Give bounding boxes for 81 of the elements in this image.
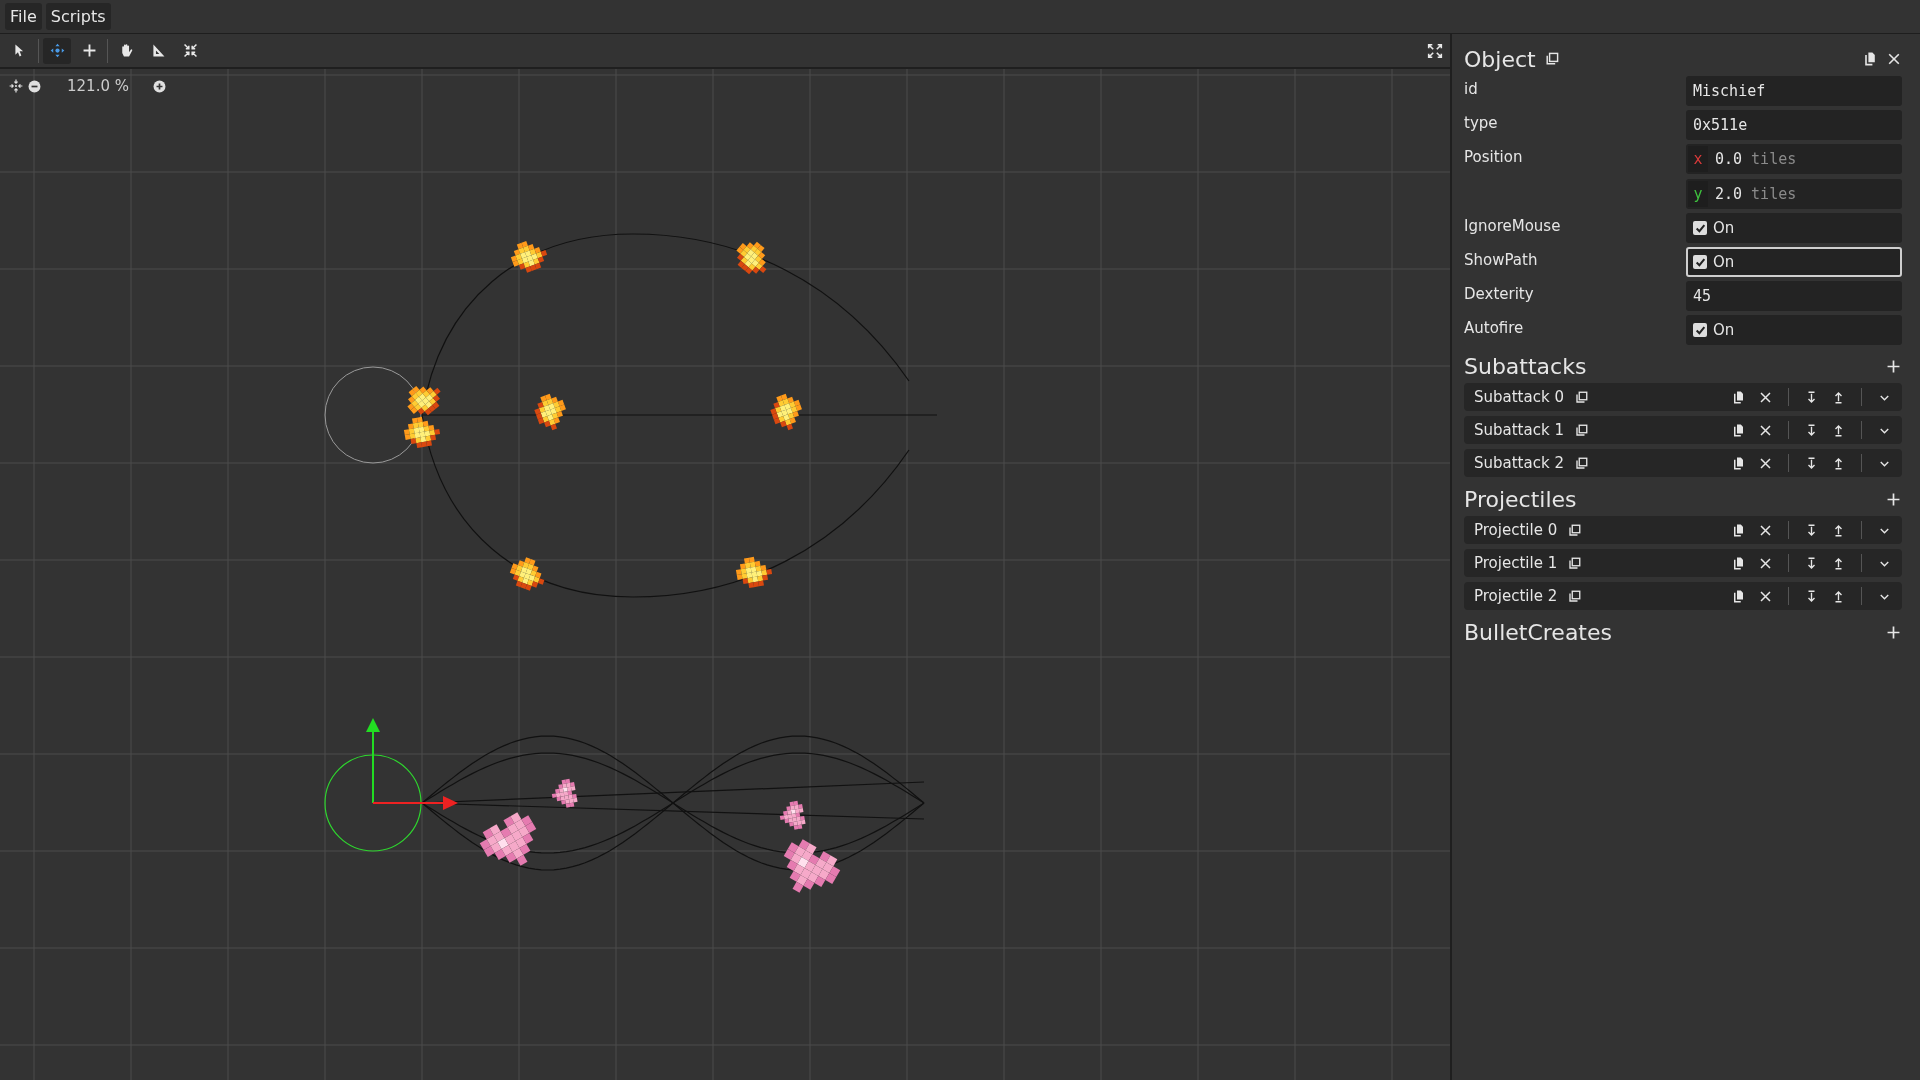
list-item[interactable]: Projectile 2 — [1464, 582, 1902, 610]
delete-icon[interactable] — [1758, 555, 1773, 571]
list-item[interactable]: Subattack 0 — [1464, 383, 1902, 411]
axis-label: x — [1688, 146, 1708, 172]
collapse-icon — [181, 42, 199, 59]
fireball-sprite — [403, 416, 441, 449]
fireball-sprite — [770, 393, 802, 431]
item-label: Subattack 2 — [1474, 454, 1564, 472]
checkbox-label: On — [1713, 253, 1735, 271]
paste-icon[interactable] — [1731, 522, 1746, 538]
copy-icon[interactable] — [1567, 588, 1583, 604]
item-label: Projectile 0 — [1474, 521, 1558, 539]
panel-title: Object — [1464, 46, 1536, 72]
fullscreen-icon[interactable] — [1426, 41, 1444, 60]
checkbox[interactable] — [1693, 323, 1707, 337]
paste-icon[interactable] — [1731, 555, 1746, 571]
paste-icon[interactable] — [1862, 51, 1878, 67]
property-label: Position — [1464, 147, 1524, 166]
list-item[interactable]: Subattack 1 — [1464, 416, 1902, 444]
item-label: Projectile 1 — [1474, 554, 1558, 572]
heart-sprite — [551, 778, 578, 808]
property-label: type — [1464, 113, 1499, 132]
delete-icon[interactable] — [1758, 455, 1773, 471]
copy-icon[interactable] — [1567, 522, 1583, 538]
property-label: Autofire — [1464, 318, 1525, 337]
checkbox-label: On — [1713, 321, 1735, 339]
menu-item[interactable]: Scripts — [45, 3, 111, 30]
number-field[interactable]: x 0.0 tiles — [1686, 144, 1902, 174]
field-value: 2.0 — [1715, 185, 1743, 203]
fireball-sprite — [735, 556, 773, 589]
item-label: Projectile 2 — [1474, 587, 1558, 605]
fireball-sprite — [510, 241, 548, 273]
tool-button[interactable] — [43, 37, 71, 64]
zoom-level: 121.0 % — [67, 77, 129, 95]
checkbox[interactable] — [1693, 221, 1707, 235]
property-label: Dexterity — [1464, 284, 1535, 303]
close-icon[interactable] — [1886, 51, 1902, 67]
text-field[interactable]: 45 — [1686, 281, 1902, 311]
copy-icon[interactable] — [1543, 51, 1560, 67]
section-title: Projectiles — [1464, 486, 1577, 512]
heart-sprite — [779, 800, 806, 830]
axis-label: y — [1688, 181, 1708, 207]
checkbox-label: On — [1713, 219, 1735, 237]
paste-icon[interactable] — [1731, 389, 1746, 405]
section-title: BulletCreates — [1464, 619, 1612, 645]
number-field[interactable]: y 2.0 tiles — [1686, 179, 1902, 209]
unit-label: tiles — [1751, 150, 1797, 168]
paste-icon[interactable] — [1731, 422, 1746, 438]
list-item[interactable]: Subattack 2 — [1464, 449, 1902, 477]
fireball-sprite — [509, 557, 545, 591]
copy-icon[interactable] — [1573, 422, 1589, 438]
copy-icon[interactable] — [1567, 555, 1583, 571]
delete-icon[interactable] — [1758, 588, 1773, 604]
text-field[interactable]: 0x511e — [1686, 110, 1902, 140]
list-item[interactable]: Projectile 0 — [1464, 516, 1902, 544]
item-label: Subattack 1 — [1474, 421, 1564, 439]
property-label: ShowPath — [1464, 250, 1539, 269]
list-item[interactable]: Projectile 1 — [1464, 549, 1902, 577]
heart-sprite — [783, 839, 841, 893]
field-value: 0.0 — [1715, 150, 1743, 168]
move-icon — [48, 42, 66, 59]
delete-icon[interactable] — [1758, 389, 1773, 405]
text-field[interactable]: Mischief — [1686, 76, 1902, 106]
item-label: Subattack 0 — [1474, 388, 1564, 406]
copy-icon[interactable] — [1573, 389, 1589, 405]
delete-icon[interactable] — [1758, 522, 1773, 538]
fit-view-icon[interactable] — [8, 78, 24, 94]
heart-sprite — [479, 812, 537, 866]
unit-label: tiles — [1751, 185, 1797, 203]
paste-icon[interactable] — [1731, 455, 1746, 471]
fireball-sprite — [534, 393, 566, 431]
delete-icon[interactable] — [1758, 422, 1773, 438]
checkbox[interactable] — [1693, 255, 1707, 269]
fireball-sprite — [407, 385, 441, 416]
section-title: Subattacks — [1464, 353, 1587, 379]
copy-icon[interactable] — [1573, 455, 1589, 471]
menu-item[interactable]: File — [5, 3, 42, 30]
fireball-sprite — [736, 241, 767, 275]
paste-icon[interactable] — [1731, 588, 1746, 604]
property-label: IgnoreMouse — [1464, 216, 1562, 235]
property-label: id — [1464, 79, 1479, 98]
